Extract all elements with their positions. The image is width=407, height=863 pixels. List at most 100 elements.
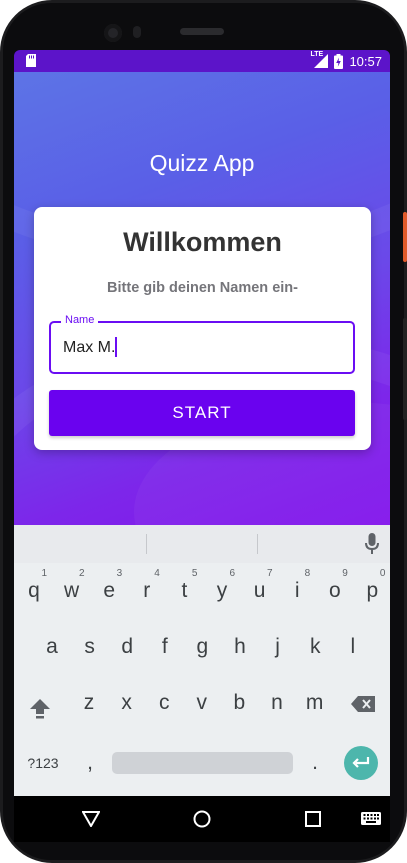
key-e[interactable]: e3 bbox=[92, 568, 126, 613]
key-label: e bbox=[103, 579, 116, 602]
signal-indicator: LTE bbox=[310, 51, 329, 68]
front-camera bbox=[104, 24, 122, 42]
key-n[interactable]: n bbox=[260, 681, 294, 725]
key-label: m bbox=[305, 691, 324, 714]
key-number-hint: 1 bbox=[41, 568, 47, 579]
welcome-title: Willkommen bbox=[123, 227, 282, 257]
key-label: y bbox=[216, 579, 228, 602]
space-bar[interactable] bbox=[112, 752, 293, 774]
shift-key[interactable] bbox=[23, 686, 57, 730]
key-label: c bbox=[158, 691, 170, 714]
key-label: h bbox=[234, 635, 246, 658]
key-d[interactable]: d bbox=[110, 625, 144, 669]
key-label: w bbox=[64, 579, 80, 602]
key-i[interactable]: i8 bbox=[280, 568, 314, 613]
key-j[interactable]: j bbox=[261, 625, 295, 669]
key-c[interactable]: c bbox=[147, 681, 181, 725]
navigation-bar bbox=[14, 796, 390, 842]
back-button[interactable] bbox=[81, 809, 101, 829]
status-time: 10:57 bbox=[349, 53, 382, 69]
key-m[interactable]: m bbox=[298, 681, 332, 725]
key-q[interactable]: q1 bbox=[17, 568, 51, 613]
key-label: a bbox=[46, 635, 58, 658]
enter-key[interactable] bbox=[344, 746, 378, 780]
key-label: s bbox=[84, 635, 95, 658]
key-f[interactable]: f bbox=[148, 625, 182, 669]
key-label: l bbox=[350, 635, 356, 658]
key-label: k bbox=[309, 635, 321, 658]
key-number-hint: 5 bbox=[191, 568, 198, 579]
keyboard-switch-button[interactable] bbox=[360, 809, 382, 829]
sensor bbox=[133, 26, 141, 38]
key-label: j bbox=[275, 635, 280, 658]
screen: LTE 10:57 Quizz App Willkommen Bitte gib… bbox=[14, 50, 390, 796]
power-button bbox=[403, 212, 407, 262]
home-button[interactable] bbox=[192, 809, 212, 829]
key-h[interactable]: h bbox=[223, 625, 257, 669]
phone-frame: LTE 10:57 Quizz App Willkommen Bitte gib… bbox=[0, 0, 407, 863]
text-cursor bbox=[115, 337, 117, 357]
key-label: d bbox=[121, 635, 134, 658]
key-label: b bbox=[233, 691, 246, 714]
key-r[interactable]: r4 bbox=[130, 568, 164, 613]
recents-button[interactable] bbox=[303, 809, 323, 829]
key-number-hint: 0 bbox=[379, 568, 386, 579]
key-v[interactable]: v bbox=[185, 681, 219, 725]
back-icon bbox=[82, 811, 100, 827]
key-label: o bbox=[328, 579, 341, 602]
key-number-hint: 3 bbox=[116, 568, 123, 579]
key-t[interactable]: t5 bbox=[167, 568, 201, 613]
suggestion-divider bbox=[257, 534, 258, 554]
key-z[interactable]: z bbox=[72, 681, 106, 725]
comma-key[interactable]: , bbox=[73, 741, 107, 785]
backspace-key[interactable] bbox=[346, 682, 380, 726]
mic-icon[interactable] bbox=[365, 533, 379, 555]
key-w[interactable]: w2 bbox=[55, 568, 89, 613]
backspace-icon bbox=[351, 696, 375, 712]
home-icon bbox=[193, 810, 211, 828]
key-s[interactable]: s bbox=[73, 625, 107, 669]
battery-charging-icon bbox=[334, 53, 344, 69]
soft-keyboard: ?123 , . q1w2e3r4t5y6u7i8o9p0asdfghjklzx… bbox=[14, 525, 390, 796]
period-key[interactable]: . bbox=[298, 741, 332, 785]
key-label: p bbox=[366, 579, 379, 602]
welcome-card: Willkommen Bitte gib deinen Namen ein- N… bbox=[34, 207, 371, 450]
key-y[interactable]: y6 bbox=[205, 568, 239, 613]
welcome-subtitle: Bitte gib deinen Namen ein- bbox=[107, 280, 298, 296]
volume-button bbox=[403, 318, 407, 420]
name-field[interactable]: Name bbox=[49, 314, 355, 374]
key-label: r bbox=[143, 579, 151, 602]
key-p[interactable]: p0 bbox=[355, 568, 389, 613]
status-icons: LTE 10:57 bbox=[310, 51, 382, 69]
key-a[interactable]: a bbox=[35, 625, 69, 669]
keyboard-switch-icon bbox=[361, 812, 381, 825]
key-g[interactable]: g bbox=[185, 625, 219, 669]
key-number-hint: 8 bbox=[304, 568, 311, 579]
key-label: u bbox=[253, 579, 266, 602]
key-o[interactable]: o9 bbox=[318, 568, 352, 613]
app-background: Quizz App Willkommen Bitte gib deinen Na… bbox=[14, 72, 390, 525]
key-number-hint: 2 bbox=[79, 568, 85, 579]
key-number-hint: 6 bbox=[229, 568, 235, 579]
name-input[interactable] bbox=[63, 323, 343, 372]
key-number-hint: 9 bbox=[342, 568, 348, 579]
signal-icon bbox=[314, 54, 329, 68]
key-number-hint: 4 bbox=[154, 568, 160, 579]
enter-icon bbox=[352, 757, 370, 768]
suggestion-strip bbox=[14, 525, 390, 563]
key-l[interactable]: l bbox=[336, 625, 370, 669]
key-label: f bbox=[161, 635, 168, 658]
key-x[interactable]: x bbox=[110, 681, 144, 725]
key-b[interactable]: b bbox=[222, 681, 256, 725]
key-label: n bbox=[271, 691, 283, 714]
key-label: v bbox=[196, 691, 208, 714]
sd-card-icon bbox=[26, 54, 36, 67]
key-label: g bbox=[196, 635, 209, 658]
recents-icon bbox=[305, 811, 321, 827]
start-button[interactable]: START bbox=[49, 390, 355, 436]
symbols-key[interactable]: ?123 bbox=[23, 741, 63, 785]
key-u[interactable]: u7 bbox=[243, 568, 277, 613]
key-label: t bbox=[181, 579, 188, 602]
key-k[interactable]: k bbox=[298, 625, 332, 669]
suggestion-divider bbox=[146, 534, 147, 554]
